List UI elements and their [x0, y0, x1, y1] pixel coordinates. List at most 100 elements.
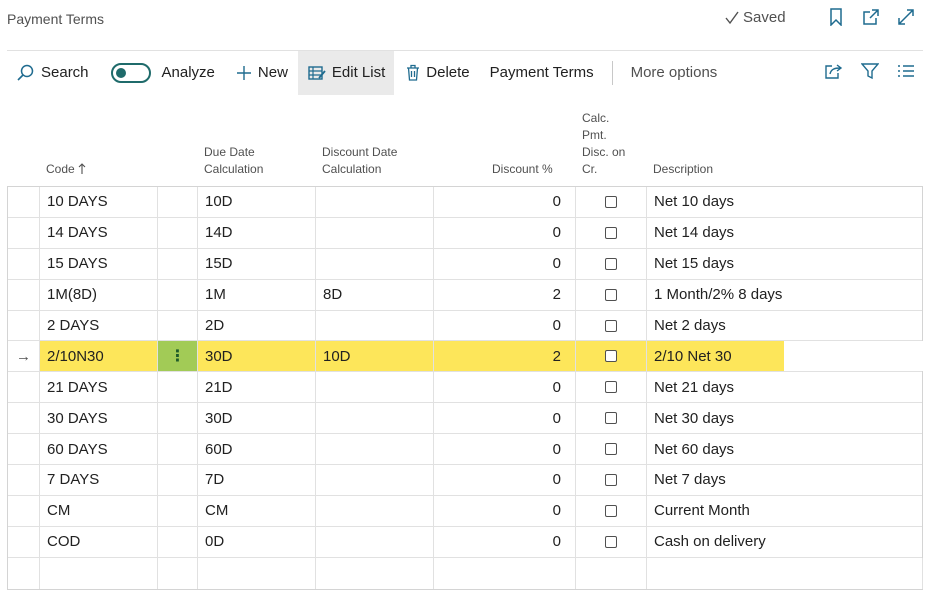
cell-description[interactable]: Net 7 days — [647, 465, 923, 495]
cell-description[interactable]: Net 60 days — [647, 434, 923, 464]
cell-due-date-calculation[interactable]: 60D — [198, 434, 316, 465]
empty-new-row[interactable] — [8, 557, 923, 589]
delete-button[interactable]: Delete — [394, 51, 489, 95]
cell-code[interactable]: CM — [40, 495, 158, 526]
cell-discount-pct[interactable]: 0 — [434, 434, 576, 465]
row-selector[interactable] — [8, 217, 40, 248]
cell-discount-date-calculation[interactable]: 10D — [316, 341, 434, 372]
cell-description[interactable]: Net 14 days — [647, 218, 923, 248]
row-actions-cell[interactable] — [158, 372, 198, 403]
cell-due-date-calculation[interactable]: 14D — [198, 217, 316, 248]
row-actions-cell[interactable]: ⋮ — [158, 341, 198, 372]
search-button[interactable]: Search — [7, 51, 111, 95]
cell-code[interactable]: 2/10N30 — [40, 341, 158, 372]
cell-discount-date-calculation[interactable] — [316, 372, 434, 403]
empty-cell[interactable] — [316, 557, 434, 589]
row-selector[interactable] — [8, 465, 40, 495]
payment-terms-button[interactable]: Payment Terms — [490, 51, 594, 95]
table-row[interactable]: → 2/10N30 ⋮ 30D 10D 2 2/10 Net 30 — [8, 341, 923, 373]
cell-code[interactable]: 30 DAYS — [40, 403, 158, 434]
cell-due-date-calculation[interactable]: 30D — [198, 341, 316, 372]
cell-discount-date-calculation[interactable]: 8D — [316, 279, 434, 310]
cell-discount-date-calculation[interactable] — [316, 526, 434, 557]
cell-code[interactable]: 60 DAYS — [40, 434, 158, 465]
column-header-code[interactable]: Code — [46, 161, 86, 178]
cell-code[interactable]: COD — [40, 526, 158, 557]
row-selector[interactable] — [8, 248, 40, 279]
cell-discount-pct[interactable]: 0 — [434, 310, 576, 341]
calc-pmt-disc-checkbox[interactable] — [605, 535, 617, 548]
table-row[interactable]: 2 DAYS 2D 0 Net 2 days — [8, 310, 923, 342]
calc-pmt-disc-checkbox[interactable] — [605, 350, 617, 363]
row-selector[interactable]: → — [8, 341, 40, 372]
cell-discount-date-calculation[interactable] — [316, 248, 434, 279]
calc-pmt-disc-checkbox[interactable] — [605, 443, 617, 456]
analyze-toggle[interactable]: Analyze — [110, 51, 236, 95]
cell-description[interactable]: Cash on delivery — [647, 527, 923, 557]
cell-due-date-calculation[interactable]: CM — [198, 495, 316, 526]
more-options-button[interactable]: More options — [631, 51, 718, 95]
calc-pmt-disc-checkbox[interactable] — [605, 381, 617, 394]
cell-due-date-calculation[interactable]: 1M — [198, 279, 316, 310]
empty-cell[interactable] — [8, 557, 40, 589]
calc-pmt-disc-checkbox[interactable] — [605, 257, 617, 270]
cell-discount-pct[interactable]: 0 — [434, 248, 576, 279]
cell-due-date-calculation[interactable]: 7D — [198, 465, 316, 495]
cell-code[interactable]: 2 DAYS — [40, 310, 158, 341]
column-header-due-date[interactable]: Due Date Calculation — [204, 144, 263, 178]
column-header-calc-pmt-disc[interactable]: Calc. Pmt. Disc. on Cr. — [582, 110, 625, 178]
expand-icon[interactable] — [896, 6, 916, 28]
row-selector[interactable] — [8, 495, 40, 526]
empty-cell[interactable] — [434, 557, 576, 589]
row-actions-cell[interactable] — [158, 465, 198, 495]
row-selector[interactable] — [8, 403, 40, 434]
table-row[interactable]: 21 DAYS 21D 0 Net 21 days — [8, 372, 923, 404]
row-selector[interactable] — [8, 187, 40, 217]
cell-code[interactable]: 10 DAYS — [40, 187, 158, 217]
cell-discount-date-calculation[interactable] — [316, 434, 434, 465]
cell-discount-pct[interactable]: 0 — [434, 495, 576, 526]
table-row[interactable]: COD 0D 0 Cash on delivery — [8, 526, 923, 558]
cell-discount-pct[interactable]: 0 — [434, 465, 576, 495]
cell-due-date-calculation[interactable]: 15D — [198, 248, 316, 279]
column-header-description[interactable]: Description — [653, 161, 713, 178]
row-selector[interactable] — [8, 279, 40, 310]
cell-discount-date-calculation[interactable] — [316, 187, 434, 217]
cell-due-date-calculation[interactable]: 30D — [198, 403, 316, 434]
row-actions-cell[interactable] — [158, 248, 198, 279]
cell-discount-pct[interactable]: 2 — [434, 341, 576, 372]
new-button[interactable]: New — [236, 51, 298, 95]
table-row[interactable]: 60 DAYS 60D 0 Net 60 days — [8, 434, 923, 466]
edit-list-button[interactable]: Edit List — [297, 50, 395, 95]
row-actions-cell[interactable] — [158, 279, 198, 310]
empty-cell[interactable] — [647, 557, 923, 589]
cell-discount-pct[interactable]: 0 — [434, 187, 576, 217]
row-menu-icon[interactable]: ⋮ — [170, 346, 186, 366]
empty-cell[interactable] — [198, 557, 316, 589]
bookmark-icon[interactable] — [826, 6, 846, 28]
calc-pmt-disc-checkbox[interactable] — [605, 195, 617, 208]
cell-code[interactable]: 15 DAYS — [40, 248, 158, 279]
table-row[interactable]: 1M(8D) 1M 8D 2 1 Month/2% 8 days — [8, 279, 922, 311]
column-header-discount-date[interactable]: Discount Date Calculation — [322, 144, 397, 178]
cell-description[interactable]: Net 21 days — [647, 372, 923, 402]
cell-discount-date-calculation[interactable] — [316, 310, 434, 341]
cell-due-date-calculation[interactable]: 2D — [198, 310, 316, 341]
cell-description[interactable]: Net 30 days — [647, 403, 923, 433]
row-selector[interactable] — [8, 526, 40, 557]
cell-description[interactable]: Net 10 days — [647, 187, 923, 217]
cell-code[interactable]: 7 DAYS — [40, 465, 158, 495]
calc-pmt-disc-checkbox[interactable] — [605, 319, 617, 332]
calc-pmt-disc-checkbox[interactable] — [605, 473, 617, 486]
calc-pmt-disc-checkbox[interactable] — [605, 288, 617, 301]
open-in-new-window-icon[interactable] — [861, 6, 881, 28]
calc-pmt-disc-checkbox[interactable] — [605, 226, 617, 239]
row-selector[interactable] — [8, 434, 40, 465]
cell-due-date-calculation[interactable]: 0D — [198, 526, 316, 557]
cell-due-date-calculation[interactable]: 10D — [198, 187, 316, 217]
cell-discount-pct[interactable]: 0 — [434, 403, 576, 434]
table-row[interactable]: 15 DAYS 15D 0 Net 15 days — [8, 248, 922, 280]
cell-discount-date-calculation[interactable] — [316, 217, 434, 248]
cell-description[interactable]: Net 2 days — [647, 311, 923, 341]
empty-cell[interactable] — [40, 557, 158, 589]
